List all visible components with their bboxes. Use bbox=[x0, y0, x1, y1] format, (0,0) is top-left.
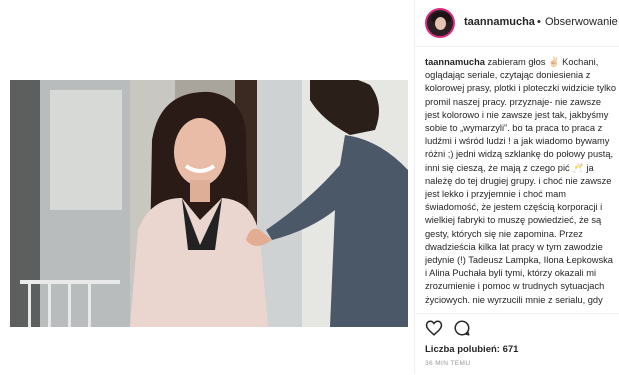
likes-count[interactable]: Liczba polubień: 671 bbox=[425, 344, 518, 355]
post-photo-image bbox=[10, 80, 408, 327]
avatar[interactable] bbox=[425, 8, 455, 38]
caption-username-link[interactable]: taannamucha bbox=[425, 57, 485, 67]
caption-text: zabieram głos ✌🏻 Kochani, oglądając seri… bbox=[425, 57, 616, 305]
post-caption: taannamucha zabieram głos ✌🏻 Kochani, og… bbox=[425, 56, 617, 313]
post-header: taannamucha • Obserwowanie bbox=[415, 0, 619, 47]
comment-icon[interactable] bbox=[453, 319, 471, 337]
instagram-post: taannamucha • Obserwowanie taannamucha z… bbox=[0, 0, 619, 374]
post-photo[interactable] bbox=[10, 80, 408, 327]
header-separator: • bbox=[537, 16, 541, 28]
avatar-face bbox=[435, 17, 446, 30]
follow-status-button[interactable]: Obserwowanie bbox=[545, 16, 618, 28]
header-username-link[interactable]: taannamucha bbox=[464, 16, 535, 28]
post-actions: Liczba polubień: 671 36 MIN TEMU bbox=[415, 313, 619, 375]
post-timestamp: 36 MIN TEMU bbox=[425, 360, 471, 367]
post-side-panel: taannamucha • Obserwowanie taannamucha z… bbox=[414, 0, 619, 374]
heart-icon[interactable] bbox=[425, 319, 443, 337]
